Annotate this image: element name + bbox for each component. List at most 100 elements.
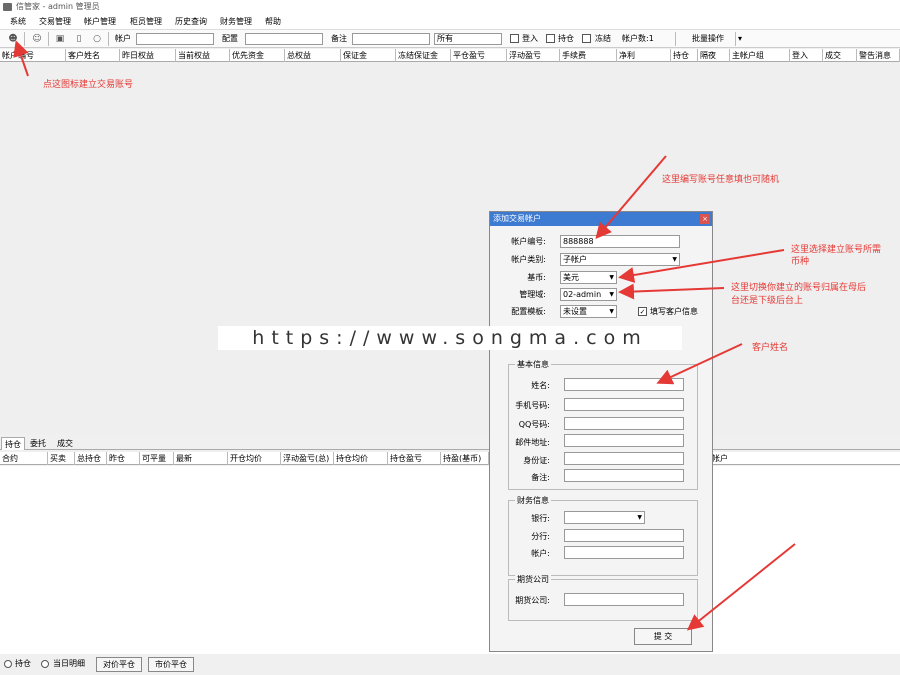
monitor-icon[interactable]: ▣ (54, 33, 66, 45)
column-header[interactable]: 客户姓名 (66, 49, 120, 62)
column-header[interactable]: 昨仓 (107, 452, 140, 465)
fill-info-checkbox[interactable]: ✓ (638, 307, 647, 316)
column-header[interactable]: 最新 (174, 452, 228, 465)
radio-holding[interactable] (4, 660, 12, 668)
futures-company-input[interactable] (564, 593, 684, 606)
column-header[interactable]: 买卖 (48, 452, 75, 465)
note-filter-label: 备注 (331, 34, 347, 43)
column-header[interactable]: 主帐户组 (730, 49, 790, 62)
close-icon[interactable]: × (700, 214, 710, 224)
annotation-account-hint: 这里编写账号任意填也可随机 (662, 175, 780, 185)
config-filter-input[interactable] (245, 33, 323, 45)
qq-input[interactable] (564, 417, 684, 430)
menu-help[interactable]: 帮助 (265, 14, 281, 30)
position-grid-body[interactable] (0, 466, 900, 654)
futures-company-label: 期货公司: (515, 596, 550, 605)
toolbar-separator (675, 32, 676, 46)
column-header[interactable]: 开仓均价 (228, 452, 281, 465)
column-header[interactable]: 总持仓 (75, 452, 107, 465)
phone-icon[interactable]: ▯ (73, 33, 85, 45)
template-select[interactable]: 未设置 ▼ (560, 305, 617, 318)
column-header[interactable]: 总权益 (285, 49, 341, 62)
column-header[interactable]: 冻结保证金 (396, 49, 451, 62)
batch-operation-button[interactable]: 批量操作 (684, 32, 732, 46)
column-header[interactable]: 昨日权益 (120, 49, 176, 62)
column-header[interactable]: 登入 (790, 49, 823, 62)
column-header[interactable]: 可平量 (140, 452, 174, 465)
column-header[interactable]: 警告消息 (857, 49, 900, 62)
annotation-domain-hint-1: 这里切换你建立的账号归属在母后 (731, 283, 867, 293)
column-header[interactable]: 隔夜 (698, 49, 730, 62)
tab-orders[interactable]: 委托 (27, 437, 49, 450)
column-header[interactable]: 平仓盈亏 (451, 49, 507, 62)
column-header[interactable]: 手续费 (560, 49, 617, 62)
menu-trade-management[interactable]: 交易管理 (39, 14, 71, 30)
email-input[interactable] (564, 434, 684, 447)
menu-system[interactable]: 系统 (10, 14, 26, 30)
opposite-close-button[interactable]: 对价平仓 (96, 657, 142, 672)
batch-dropdown-icon[interactable]: ▾ (735, 32, 744, 46)
bank-account-input[interactable] (564, 546, 684, 559)
phone-label: 手机号码: (515, 401, 550, 410)
account-type-select[interactable]: 子帐户 ▼ (560, 253, 680, 266)
column-header[interactable]: 成交 (823, 49, 857, 62)
add-account-icon[interactable]: ☻ (7, 33, 19, 45)
branch-label: 分行: (531, 532, 550, 541)
users-icon[interactable]: ☺ (31, 33, 43, 45)
column-header[interactable]: 持盈(基币) (441, 452, 489, 465)
note-filter-input[interactable] (352, 33, 430, 45)
market-close-button[interactable]: 市价平仓 (148, 657, 194, 672)
account-grid-header: 帐户编号 客户姓名 昨日权益 当前权益 优先资金 总权益 保证金 冻结保证金 平… (0, 49, 900, 62)
radio-today-detail[interactable] (41, 660, 49, 668)
menu-finance-management[interactable]: 财务管理 (220, 14, 252, 30)
domain-select[interactable]: 02-admin ▼ (560, 288, 617, 301)
login-checkbox[interactable] (510, 34, 519, 43)
column-header[interactable]: 持仓 (671, 49, 698, 62)
base-currency-select[interactable]: 美元 ▼ (560, 271, 617, 284)
column-header[interactable]: 帐户编号 (0, 49, 66, 62)
submit-button[interactable]: 提 交 (634, 628, 692, 645)
chevron-down-icon: ▼ (609, 291, 614, 298)
user-icon[interactable]: ○ (91, 33, 103, 45)
column-header[interactable]: 持仓盈亏 (388, 452, 441, 465)
annotation-name-hint: 客户姓名 (752, 343, 789, 353)
id-card-input[interactable] (564, 452, 684, 465)
note-label: 备注: (531, 473, 550, 482)
column-header[interactable]: 优先资金 (230, 49, 285, 62)
menu-history-query[interactable]: 历史查询 (175, 14, 207, 30)
column-header[interactable]: 净利 (617, 49, 671, 62)
bank-select[interactable]: ▼ (564, 511, 645, 524)
tab-trades[interactable]: 成交 (54, 437, 76, 450)
column-header[interactable]: 帐户 (710, 452, 900, 465)
chevron-down-icon: ▼ (609, 308, 614, 315)
account-no-input[interactable]: 888888 (560, 235, 680, 248)
column-header[interactable]: 合约 (0, 452, 48, 465)
email-label: 邮件地址: (515, 438, 550, 447)
account-filter-input[interactable] (136, 33, 214, 45)
column-header[interactable]: 浮动盈亏 (507, 49, 560, 62)
template-value: 未设置 (563, 307, 587, 316)
menu-teller-management[interactable]: 柜员管理 (130, 14, 162, 30)
futures-company-title: 期货公司 (515, 574, 551, 585)
bottom-tab-strip: 持仓 委托 成交 (0, 436, 900, 450)
column-header[interactable]: 浮动盈亏(总) (281, 452, 334, 465)
column-header[interactable]: 当前权益 (176, 49, 230, 62)
base-currency-value: 美元 (563, 273, 579, 282)
base-currency-label: 基币: (527, 273, 546, 282)
branch-input[interactable] (564, 529, 684, 542)
tab-holding[interactable]: 持仓 (1, 437, 25, 450)
holding-checkbox-label: 持仓 (558, 34, 574, 43)
account-grid-body[interactable] (0, 62, 900, 434)
holding-checkbox[interactable] (546, 34, 555, 43)
toolbar: ☻ ☺ ▣ ▯ ○ 帐户 配置 备注 所有 登入 持仓 冻结 帐户数:1 批量操… (0, 30, 900, 48)
domain-value: 02-admin (563, 290, 602, 299)
column-header[interactable]: 持仓均价 (334, 452, 388, 465)
column-header[interactable]: 保证金 (341, 49, 396, 62)
phone-input[interactable] (564, 398, 684, 411)
frozen-checkbox[interactable] (582, 34, 591, 43)
status-filter-select[interactable]: 所有 (434, 33, 502, 45)
name-input[interactable] (564, 378, 684, 391)
note-input[interactable] (564, 469, 684, 482)
menu-account-management[interactable]: 帐户管理 (84, 14, 116, 30)
fill-info-label: 填写客户信息 (650, 307, 698, 316)
